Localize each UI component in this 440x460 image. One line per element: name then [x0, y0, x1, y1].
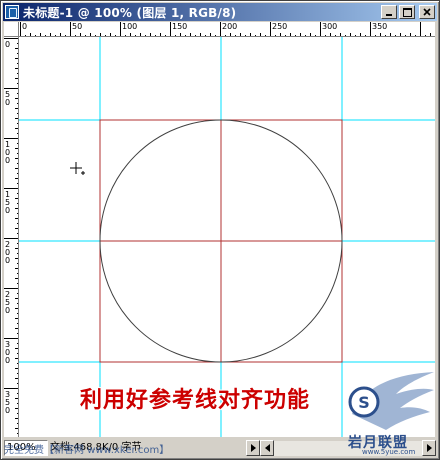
ruler-origin[interactable] — [4, 22, 19, 37]
ruler-left-label: 2 5 0 — [5, 290, 11, 315]
ruler-left-label: 3 5 0 — [5, 390, 11, 415]
window-controls — [381, 5, 435, 19]
window-title: 未标题-1 @ 100% (图层 1, RGB/8) — [23, 5, 237, 20]
ruler-top-label: 150 — [172, 22, 188, 31]
maximize-button[interactable] — [399, 5, 415, 19]
vertical-ruler[interactable]: 0 5 0 1 0 0 1 5 0 2 0 0 2 5 0 3 0 0 3 5 … — [4, 37, 19, 437]
minimize-button[interactable] — [381, 5, 397, 19]
svg-text:S: S — [358, 393, 370, 412]
ruler-left-label: 1 0 0 — [5, 140, 11, 165]
ruler-top-label: 300 — [322, 22, 338, 31]
ruler-left-label: 2 0 0 — [5, 240, 11, 265]
ruler-top-label: 50 — [72, 22, 83, 31]
title-bar[interactable]: 未标题-1 @ 100% (图层 1, RGB/8) — [3, 3, 437, 21]
close-icon — [423, 8, 431, 16]
scroll-left-button[interactable] — [260, 440, 274, 456]
site-watermark-text: 完全免费【新客网 www.xker.com】 — [4, 445, 170, 456]
ruler-top-label: 250 — [272, 22, 288, 31]
ruler-left-label: 1 5 0 — [5, 190, 11, 215]
close-button[interactable] — [419, 5, 435, 19]
brand-url: www.5yue.com — [362, 448, 416, 456]
tutorial-caption: 利用好参考线对齐功能 — [80, 388, 311, 413]
ruler-top-label: 0 — [22, 22, 28, 31]
crosshair-cursor-icon — [70, 162, 85, 175]
ruler-left-label: 0 — [5, 40, 11, 49]
ruler-left-label: 3 0 0 — [5, 340, 11, 365]
status-menu-button[interactable] — [246, 440, 260, 456]
ruler-top-label: 200 — [222, 22, 238, 31]
ruler-left-label: 5 0 — [5, 90, 11, 107]
ruler-top-label: 350 — [372, 22, 388, 31]
ruler-top-label: 100 — [122, 22, 138, 31]
photoshop-document-icon — [5, 5, 19, 19]
horizontal-ruler[interactable]: 0 50 100 150 200 250 300 350 — [19, 22, 435, 37]
